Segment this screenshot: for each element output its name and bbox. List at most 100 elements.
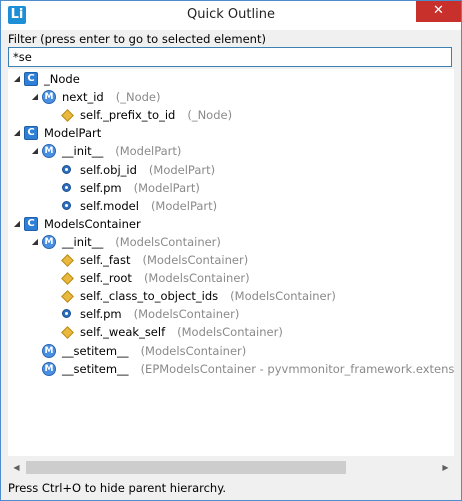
- element-context: (EPModelsContainer - pyvmmonitor_framewo…: [140, 361, 454, 376]
- tree-row[interactable]: ◢ C _Node: [8, 70, 454, 88]
- quick-outline-window: Li Quick Outline ✕ Filter (press enter t…: [0, 0, 462, 501]
- tree-item-label: self.model (ModelPart): [80, 197, 217, 215]
- method-icon: M: [42, 144, 56, 159]
- element-name: __setitem__: [62, 343, 129, 358]
- element-context: (_Node): [115, 90, 161, 105]
- scroll-left-arrow-icon[interactable]: ◀: [8, 459, 25, 476]
- tree-row[interactable]: self.model (ModelPart): [8, 197, 454, 215]
- close-button[interactable]: ✕: [416, 1, 461, 22]
- element-context: (ModelsContainer): [115, 234, 221, 249]
- expand-toggle-icon[interactable]: ◢: [30, 88, 40, 106]
- tree-row[interactable]: ◢ M __init__ (ModelsContainer): [8, 233, 454, 251]
- element-name: self.pm: [80, 307, 122, 322]
- tree-item-label: self._weak_self (ModelsContainer): [80, 323, 283, 341]
- tree-row[interactable]: M __setitem__ (ModelsContainer): [8, 342, 454, 360]
- tree-item-label: ModelsContainer: [44, 215, 141, 233]
- element-name: self._class_to_object_ids: [80, 289, 219, 304]
- tree-item-label: self._fast (ModelsContainer): [80, 251, 248, 269]
- tree-row[interactable]: M __setitem__ (EPModelsContainer - pyvmmon…: [8, 360, 454, 378]
- element-name: self._weak_self: [80, 325, 166, 340]
- expand-toggle-icon[interactable]: ◢: [12, 124, 22, 142]
- expand-toggle-icon[interactable]: ◢: [12, 215, 22, 233]
- element-name: __setitem__: [62, 361, 129, 376]
- element-context: (ModelPart): [148, 162, 216, 177]
- public-field-icon: [62, 200, 71, 210]
- protected-field-icon: [61, 272, 74, 285]
- method-icon: M: [42, 343, 56, 358]
- public-field-icon: [62, 182, 71, 192]
- tree-row[interactable]: self._weak_self (ModelsContainer): [8, 323, 454, 341]
- tree-item-label: self._prefix_to_id (_Node): [80, 106, 232, 124]
- method-icon: M: [42, 234, 56, 249]
- tree-item-label: __init__ (ModelsContainer): [62, 233, 221, 251]
- tree-item-label: self.pm (ModelPart): [80, 179, 200, 197]
- element-name: ModelPart: [44, 126, 102, 141]
- element-name: self.model: [80, 198, 139, 213]
- element-name: self._prefix_to_id: [80, 108, 176, 123]
- element-name: __init__: [62, 234, 104, 249]
- class-icon: C: [24, 126, 38, 141]
- filter-label: Filter (press enter to go to selected el…: [8, 32, 266, 46]
- filter-input[interactable]: [8, 47, 452, 67]
- protected-field-icon: [61, 254, 74, 267]
- element-name: ModelsContainer: [44, 216, 141, 231]
- window-title: Quick Outline: [187, 7, 275, 22]
- element-context: (ModelsContainer): [133, 307, 240, 322]
- tree-row[interactable]: self._class_to_object_ids (ModelsContaine…: [8, 287, 454, 305]
- tree-item-label: self._class_to_object_ids (ModelsContaine…: [80, 287, 336, 305]
- tree-item-label: self.obj_id (ModelPart): [80, 161, 215, 179]
- protected-field-icon: [61, 290, 74, 304]
- tree-item-label: _Node: [44, 70, 80, 88]
- title-bar[interactable]: Li Quick Outline ✕: [1, 1, 461, 30]
- tree-row[interactable]: ◢ M __init__ (ModelPart): [8, 142, 454, 160]
- element-name: __init__: [62, 144, 104, 159]
- element-context: (ModelsContainer): [140, 343, 247, 358]
- element-name: next_id: [62, 90, 104, 105]
- protected-field-icon: [61, 326, 74, 340]
- tree-item-label: __setitem__ (ModelsContainer): [62, 342, 246, 360]
- tree-row[interactable]: self.pm (ModelPart): [8, 179, 454, 197]
- tree-row[interactable]: ◢ C ModelsContainer: [8, 215, 454, 233]
- tree-item-label: self.pm (ModelsContainer): [80, 305, 239, 323]
- element-context: (ModelPart): [150, 198, 218, 213]
- element-context: (ModelsContainer): [142, 253, 249, 267]
- expand-toggle-icon[interactable]: ◢: [30, 142, 40, 160]
- public-field-icon: [62, 164, 71, 174]
- element-name: self._fast: [80, 253, 131, 267]
- tree-row[interactable]: self._prefix_to_id (_Node): [8, 106, 454, 124]
- tree-item-label: __init__ (ModelPart): [62, 142, 181, 160]
- tree-row[interactable]: ◢ Mnext_id (_Node): [8, 88, 454, 106]
- horizontal-scrollbar[interactable]: ◀ ▶: [8, 459, 454, 476]
- element-context: (ModelsContainer): [230, 289, 336, 304]
- tree-row[interactable]: ◢ C ModelPart: [8, 124, 454, 142]
- tree-item-label: __setitem__ (EPModelsContainer - pyvmmoni…: [62, 360, 454, 378]
- scrollbar-thumb[interactable]: [26, 461, 346, 474]
- element-name: self._root: [80, 271, 132, 286]
- expand-toggle-icon[interactable]: ◢: [12, 70, 22, 88]
- element-context: (_Node): [187, 108, 233, 123]
- element-context: (ModelPart): [133, 180, 200, 195]
- method-icon: M: [42, 90, 56, 105]
- element-context: (ModelsContainer): [177, 325, 283, 340]
- status-hint: Press Ctrl+O to hide parent hierarchy.: [8, 481, 227, 495]
- public-field-icon: [62, 309, 71, 319]
- tree-row[interactable]: self.obj_id (ModelPart): [8, 161, 454, 179]
- tree-item-label: ModelPart: [44, 124, 101, 142]
- class-icon: C: [24, 72, 38, 86]
- protected-field-icon: [61, 109, 74, 123]
- element-context: (ModelPart): [115, 144, 182, 159]
- element-name: self.obj_id: [80, 162, 137, 177]
- element-context: (ModelsContainer): [143, 271, 250, 286]
- tree-row[interactable]: self.pm (ModelsContainer): [8, 305, 454, 323]
- element-name: self.pm: [80, 180, 122, 195]
- expand-toggle-icon[interactable]: ◢: [30, 233, 40, 251]
- class-icon: C: [24, 216, 38, 231]
- tree-item-label: next_id (_Node): [62, 88, 160, 106]
- tree-row[interactable]: self._root (ModelsContainer): [8, 269, 454, 287]
- outline-tree[interactable]: ◢ C _Node ◢ Mnext_id (_Node) self._prefix_to_i…: [8, 69, 454, 456]
- tree-item-label: self._root (ModelsContainer): [80, 269, 250, 287]
- scroll-right-arrow-icon[interactable]: ▶: [437, 459, 454, 476]
- tree-row[interactable]: self._fast (ModelsContainer): [8, 251, 454, 269]
- method-icon: M: [42, 361, 56, 376]
- element-name: _Node: [44, 72, 80, 86]
